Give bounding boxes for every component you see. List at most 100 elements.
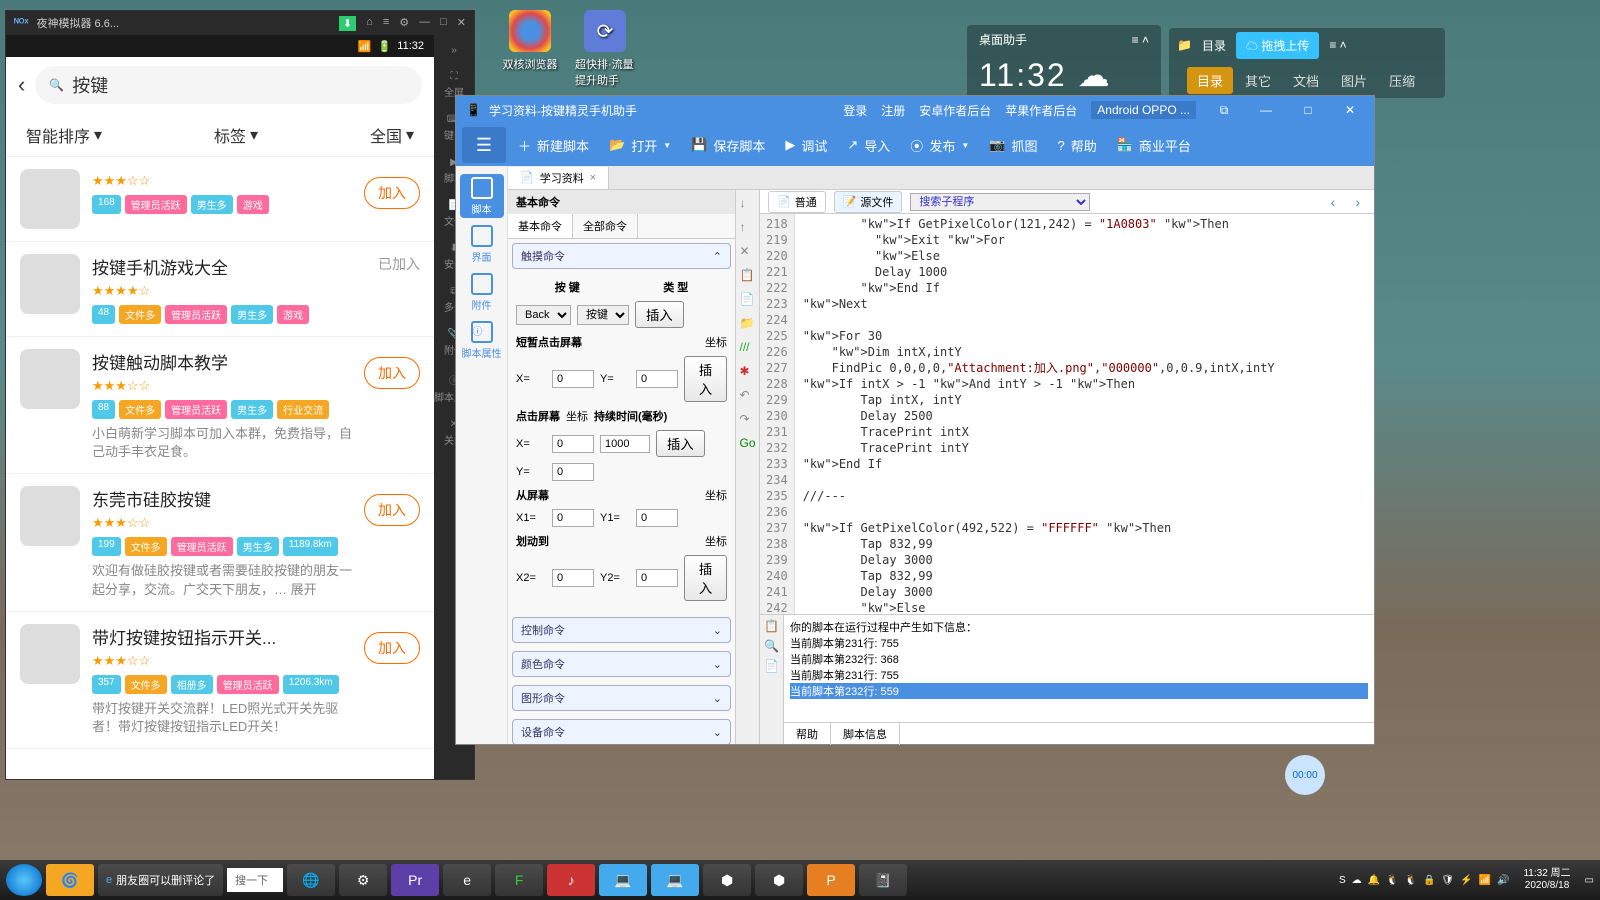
home-icon[interactable]: ⌂ <box>366 16 373 31</box>
main-menu-button[interactable]: ☰ <box>462 127 506 163</box>
task-browser[interactable]: e 朋友圈可以删评论了 <box>98 864 223 896</box>
task-item[interactable]: 💻 <box>599 864 647 896</box>
vtool-icon[interactable]: ✕ <box>740 244 756 260</box>
task-item[interactable]: e <box>443 864 491 896</box>
tray-icon[interactable]: 🔒 <box>1423 875 1435 886</box>
catalog-tab[interactable]: 文档 <box>1283 67 1329 94</box>
tray-icon[interactable]: 🐧 <box>1386 875 1398 886</box>
x-input[interactable] <box>552 370 594 388</box>
minimize-icon[interactable]: — <box>419 16 430 31</box>
vtool-icon[interactable]: /// <box>740 340 756 356</box>
tab-close-icon[interactable]: × <box>590 172 596 184</box>
list-item[interactable]: ★★★☆☆ 168管理员活跃男生多游戏 加入 <box>6 157 434 242</box>
back-icon[interactable]: ‹ <box>18 72 25 98</box>
nav-attach[interactable]: 附件 <box>460 270 504 314</box>
ide-titlebar[interactable]: 📱 学习资料-按键精灵手机助手 登录 注册 安卓作者后台 苹果作者后台 Andr… <box>456 96 1374 124</box>
tag-tab[interactable]: 标签 ▾ <box>214 123 258 147</box>
task-item[interactable]: 🌐 <box>287 864 335 896</box>
tray-icon[interactable]: ☁ <box>1352 875 1362 886</box>
desktop-icon-browser[interactable]: 双核浏览器 <box>500 10 560 88</box>
catalog-tab[interactable]: 压缩 <box>1379 67 1425 94</box>
cmd-section-graphic[interactable]: 图形命令⌄ <box>512 685 731 711</box>
toolbar-抓图[interactable]: 📷抓图 <box>979 130 1047 161</box>
device-select[interactable]: Android OPPO ... <box>1091 101 1196 119</box>
vtool-icon[interactable]: 📄 <box>740 292 756 308</box>
tap-x-input[interactable] <box>552 435 594 453</box>
catalog-tab[interactable]: 其它 <box>1235 67 1281 94</box>
ios-backend-link[interactable]: 苹果作者后台 <box>1005 102 1077 119</box>
task-search[interactable]: 搜一下 <box>227 868 283 892</box>
undock-icon[interactable]: ⧉ <box>1210 103 1238 118</box>
join-button[interactable]: 加入 <box>364 177 420 209</box>
y-input[interactable] <box>636 370 678 388</box>
type-select[interactable]: 按键 <box>577 305 629 325</box>
editor-tab[interactable]: 📄 学习资料 × <box>508 167 609 189</box>
task-item[interactable]: 💻 <box>651 864 699 896</box>
close-icon[interactable]: ✕ <box>457 16 466 31</box>
view-normal[interactable]: 📄普通 <box>768 191 826 213</box>
vtool-icon[interactable]: 📋 <box>740 268 756 284</box>
upload-button[interactable]: ☁ 拖拽上传 <box>1236 32 1319 59</box>
x1-input[interactable] <box>552 509 594 527</box>
tray-icon[interactable]: ▭ <box>1585 875 1594 886</box>
tray-icon[interactable]: S <box>1339 875 1346 886</box>
output-tab-info[interactable]: 脚本信息 <box>831 723 900 745</box>
region-tab[interactable]: 全国 ▾ <box>370 123 414 147</box>
maximize-icon[interactable]: □ <box>440 16 447 31</box>
task-item[interactable]: ♪ <box>547 864 595 896</box>
tap-y-input[interactable] <box>552 463 594 481</box>
toolbar-调试[interactable]: ▶调试 <box>775 130 837 161</box>
toolbar-保存脚本[interactable]: 💾保存脚本 <box>681 130 775 161</box>
tray-icon[interactable]: ⚡ <box>1460 875 1472 886</box>
vtool-icon[interactable]: ↓ <box>740 196 756 212</box>
view-source[interactable]: 📝源文件 <box>834 191 903 213</box>
list-item[interactable]: 按键手机游戏大全 ★★★★☆ 48文件多管理员活跃男生多游戏 已加入 <box>6 242 434 337</box>
cmd-section-device[interactable]: 设备命令⌄ <box>512 719 731 744</box>
minimize-icon[interactable]: — <box>1252 103 1280 117</box>
output-tab-help[interactable]: 帮助 <box>784 723 831 745</box>
dur-input[interactable] <box>600 435 650 453</box>
nav-prev-icon[interactable]: ‹ <box>1325 194 1342 210</box>
task-item[interactable]: P <box>807 864 855 896</box>
cmd-subtab-basic[interactable]: 基本命令 <box>508 214 573 238</box>
cmd-subtab-all[interactable]: 全部命令 <box>573 214 638 238</box>
android-backend-link[interactable]: 安卓作者后台 <box>919 102 991 119</box>
vtool-icon[interactable]: ↶ <box>740 388 756 404</box>
tray-icon[interactable]: 🛡 <box>1441 875 1454 886</box>
out-icon[interactable]: 📄 <box>764 659 779 673</box>
list-item[interactable]: 带灯按键按钮指示开关... ★★★☆☆ 357文件多相册多管理员活跃1206.3… <box>6 612 434 749</box>
widget-menu-icon[interactable]: ≡ ˄ <box>1329 38 1346 52</box>
maximize-icon[interactable]: □ <box>1294 103 1322 117</box>
tray-icon[interactable]: 🔊 <box>1497 875 1509 886</box>
list-item[interactable]: 按键触动脚本教学 ★★★☆☆ 88文件多管理员活跃男生多行业交流 小白萌新学习脚… <box>6 337 434 474</box>
vtool-icon[interactable]: ↷ <box>740 412 756 428</box>
widget-menu-icon[interactable]: ≡ ˄ <box>1132 33 1149 47</box>
close-icon[interactable]: ✕ <box>1336 103 1364 117</box>
start-button[interactable] <box>6 864 42 896</box>
register-link[interactable]: 注册 <box>881 102 905 119</box>
insert-button[interactable]: 插入 <box>635 301 684 328</box>
nav-next-icon[interactable]: › <box>1349 194 1366 210</box>
login-link[interactable]: 登录 <box>843 102 867 119</box>
cmd-section-color[interactable]: 颜色命令⌄ <box>512 651 731 677</box>
gear-icon[interactable]: ⚙ <box>399 16 409 31</box>
record-timer[interactable]: 00:00 <box>1285 755 1325 795</box>
join-button[interactable]: 加入 <box>364 632 420 664</box>
y2-input[interactable] <box>636 569 678 587</box>
task-item[interactable]: ⬢ <box>703 864 751 896</box>
task-item[interactable]: F <box>495 864 543 896</box>
nav-ui[interactable]: 界面 <box>460 222 504 266</box>
desktop-icon-flow[interactable]: ⟳ 超快排·流量提升助手 <box>575 10 635 88</box>
toolbar-帮助[interactable]: ?帮助 <box>1047 130 1106 161</box>
task-item[interactable]: ⬢ <box>755 864 803 896</box>
y1-input[interactable] <box>636 509 678 527</box>
sub-search[interactable]: 搜索子程序 <box>910 193 1090 211</box>
insert-button[interactable]: 插入 <box>684 356 727 402</box>
insert-button[interactable]: 插入 <box>656 430 705 457</box>
sort-tab[interactable]: 智能排序 ▾ <box>26 123 102 147</box>
group-list[interactable]: ★★★☆☆ 168管理员活跃男生多游戏 加入 按键手机游戏大全 ★★★★☆ 48… <box>6 157 434 779</box>
toolbar-打开[interactable]: 📂打开▼ <box>599 130 681 161</box>
nox-side-collapse[interactable]: » <box>451 45 457 56</box>
nox-titlebar[interactable]: ᴺᴼˣ 夜神模拟器 6.6... ⬇ ⌂ ≡ ⚙ — □ ✕ <box>6 11 474 35</box>
search-box[interactable]: 🔍 <box>35 66 422 104</box>
